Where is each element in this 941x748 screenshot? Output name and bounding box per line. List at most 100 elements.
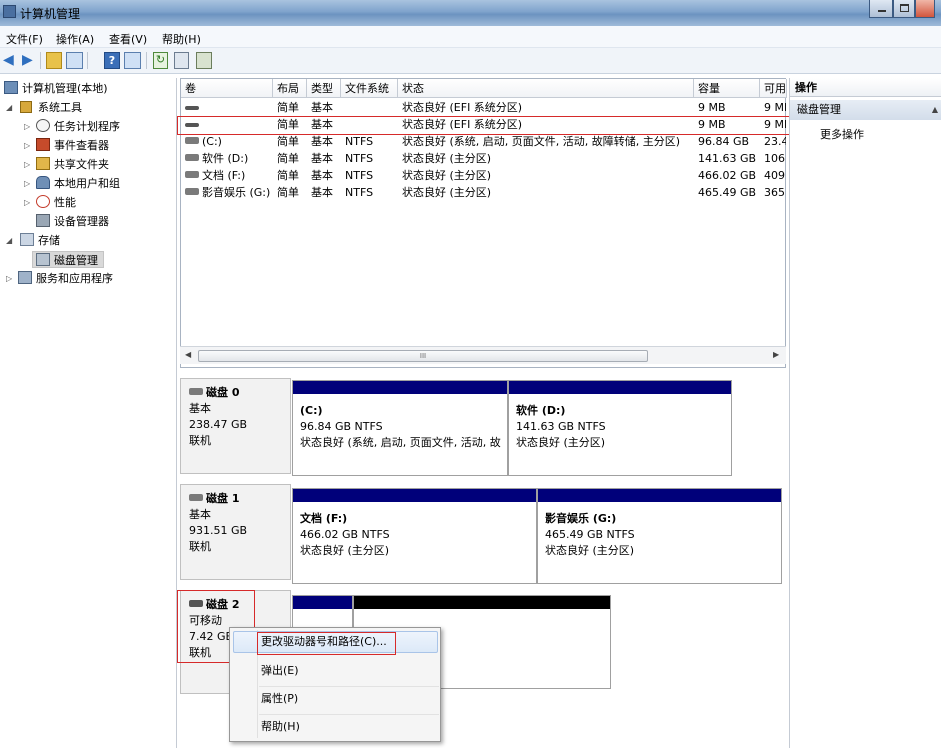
menu-properties[interactable]: 属性(P) [261,688,298,710]
disk-1-label[interactable]: 磁盘 1 基本 931.51 GB 联机 [180,484,291,580]
scroll-thumb[interactable]: III [198,350,648,362]
performance-icon [36,195,50,208]
menu-action[interactable]: 操作(A) [56,31,94,47]
partition-text: (C:) 96.84 GB NTFS 状态良好 (系统, 启动, 页面文件, 活… [300,403,504,451]
refresh-icon[interactable]: ↻ [153,52,168,69]
partition-f[interactable]: 文档 (F:) 466.02 GB NTFS 状态良好 (主分区) [292,488,537,584]
cell-type-text: 基本 [311,169,333,182]
tree-event-viewer[interactable]: ▷ 事件查看器 [24,137,109,154]
collapsed-arrow-icon[interactable]: ▷ [24,156,30,173]
expanded-arrow-icon[interactable]: ◢ [6,232,12,249]
up-folder-icon[interactable] [46,52,62,69]
actions-header: 操作 [790,78,941,97]
computer-icon [4,81,18,94]
table-row[interactable]: 软件 (D:) 简单 基本 NTFS 状态良好 (主分区) 141.63 GB 106 [181,150,787,167]
actions-section-label: 磁盘管理 [797,103,841,116]
tree-label: 磁盘管理 [54,254,98,267]
more-actions-link[interactable]: 更多操作 [820,126,864,142]
collapsed-arrow-icon[interactable]: ▷ [24,175,30,192]
partition-c[interactable]: (C:) 96.84 GB NTFS 状态良好 (系统, 启动, 页面文件, 活… [292,380,508,476]
close-button[interactable] [915,0,935,18]
cell-free-text: 9 MB [764,101,786,114]
volume-list: 卷 布局 类型 文件系统 状态 容量 可用 简单 基本 状态良好 (EFI 系统分区… [177,78,798,368]
tree-label: 本地用户和组 [54,177,120,190]
collapse-arrow-icon[interactable]: ▲ [932,100,938,120]
column-header-capacity[interactable]: 容量 [694,79,760,98]
actions-section[interactable]: 磁盘管理 ▲ [790,100,941,120]
back-arrow-icon[interactable]: ◀ [3,52,18,69]
partition-d[interactable]: 软件 (D:) 141.63 GB NTFS 状态良好 (主分区) [508,380,732,476]
context-menu: 更改驱动器号和路径(C)... 弹出(E) 属性(P) 帮助(H) [229,627,441,742]
drive-icon [185,106,199,110]
shared-folder-icon [36,157,50,170]
cell-type: 基本 [311,167,343,184]
help-icon[interactable]: ? [104,52,120,69]
column-header-free[interactable]: 可用 [760,79,787,98]
scroll-right-icon[interactable]: ▶ [773,350,779,359]
collapsed-arrow-icon[interactable]: ▷ [24,194,30,211]
collapsed-arrow-icon[interactable]: ▷ [6,270,12,287]
column-header-type[interactable]: 类型 [307,79,341,98]
tree-root[interactable]: 计算机管理(本地) [4,80,108,97]
expanded-arrow-icon[interactable]: ◢ [6,99,12,116]
table-row[interactable]: (C:) 简单 基本 NTFS 状态良好 (系统, 启动, 页面文件, 活动, 故障转储… [181,133,787,150]
tree-performance[interactable]: ▷ 性能 [24,194,76,211]
column-header-volume[interactable]: 卷 [181,79,273,98]
forward-arrow-icon[interactable]: ▶ [22,52,37,69]
partition-text: 影音娱乐 (G:) 465.49 GB NTFS 状态良好 (主分区) [545,511,635,559]
partition-g[interactable]: 影音娱乐 (G:) 465.49 GB NTFS 状态良好 (主分区) [537,488,782,584]
collapsed-arrow-icon[interactable]: ▷ [24,118,30,135]
cell-filesystem-text: NTFS [345,135,374,148]
properties-icon[interactable] [174,52,189,69]
scroll-left-icon[interactable]: ◀ [185,350,191,359]
column-header-status[interactable]: 状态 [398,79,694,98]
column-header-filesystem[interactable]: 文件系统 [341,79,398,98]
menu-file[interactable]: 文件(F) [6,31,43,47]
show-action-pane-icon[interactable] [124,52,141,69]
disk-settings-icon[interactable] [196,52,212,69]
menu-eject[interactable]: 弹出(E) [261,660,299,682]
toolbar: ◀ ▶ ? ↻ [0,48,941,74]
menu-view[interactable]: 查看(V) [109,31,147,47]
cell-status-text: 状态良好 (主分区) [402,152,492,165]
disk-type: 基本 [189,508,211,521]
disk-icon [189,388,203,395]
menu-separator [259,686,439,687]
table-row[interactable]: 影音娱乐 (G:) 简单 基本 NTFS 状态良好 (主分区) 465.49 GB 365 [181,184,787,201]
tree-root-label: 计算机管理(本地) [22,82,108,95]
table-row[interactable]: 文档 (F:) 简单 基本 NTFS 状态良好 (主分区) 466.02 GB 409 [181,167,787,184]
disk-0-label[interactable]: 磁盘 0 基本 238.47 GB 联机 [180,378,291,474]
cell-layout: 简单 [277,99,309,116]
minimize-button[interactable] [869,0,893,18]
disk-state: 联机 [189,540,211,553]
horizontal-scrollbar[interactable]: ◀ III ▶ [180,346,786,364]
tree-task-scheduler[interactable]: ▷ 任务计划程序 [24,118,120,135]
partition-size: 141.63 GB NTFS [516,420,606,433]
tree-label: 系统工具 [38,101,82,114]
cell-type: 基本 [311,133,343,150]
menu-help[interactable]: 帮助(H) [162,31,201,47]
cell-status-text: 状态良好 (系统, 启动, 页面文件, 活动, 故障转储, 主分区) [402,135,681,148]
tree-disk-management[interactable]: 磁盘管理 [32,251,104,268]
partition-status: 状态良好 (系统, 启动, 页面文件, 活动, 故 [300,436,501,449]
tree-shared-folders[interactable]: ▷ 共享文件夹 [24,156,109,173]
column-header-layout[interactable]: 布局 [273,79,307,98]
collapsed-arrow-icon[interactable]: ▷ [24,137,30,154]
show-hide-tree-icon[interactable] [66,52,83,69]
users-icon [36,176,50,189]
scroll-thumb-grip: III [419,352,427,360]
partition-size: 96.84 GB NTFS [300,420,383,433]
cell-capacity: 466.02 GB [698,167,760,184]
cell-status-text: 状态良好 (EFI 系统分区) [402,101,523,114]
cell-filesystem: NTFS [345,133,399,150]
table-row[interactable]: 简单基本 状态良好 (EFI 系统分区) 9 MB 9 MB [181,99,787,116]
tree-storage[interactable]: ◢ 存储 [6,232,60,249]
tree-services-apps[interactable]: ▷ 服务和应用程序 [6,270,113,287]
cell-layout: 简单 [277,167,309,184]
highlight-box [257,632,396,655]
tree-local-users[interactable]: ▷ 本地用户和组 [24,175,120,192]
maximize-button[interactable] [893,0,915,18]
tree-system-tools[interactable]: ◢ 系统工具 [6,99,82,116]
tree-device-manager[interactable]: 设备管理器 [36,213,109,230]
menu-help[interactable]: 帮助(H) [261,716,300,738]
